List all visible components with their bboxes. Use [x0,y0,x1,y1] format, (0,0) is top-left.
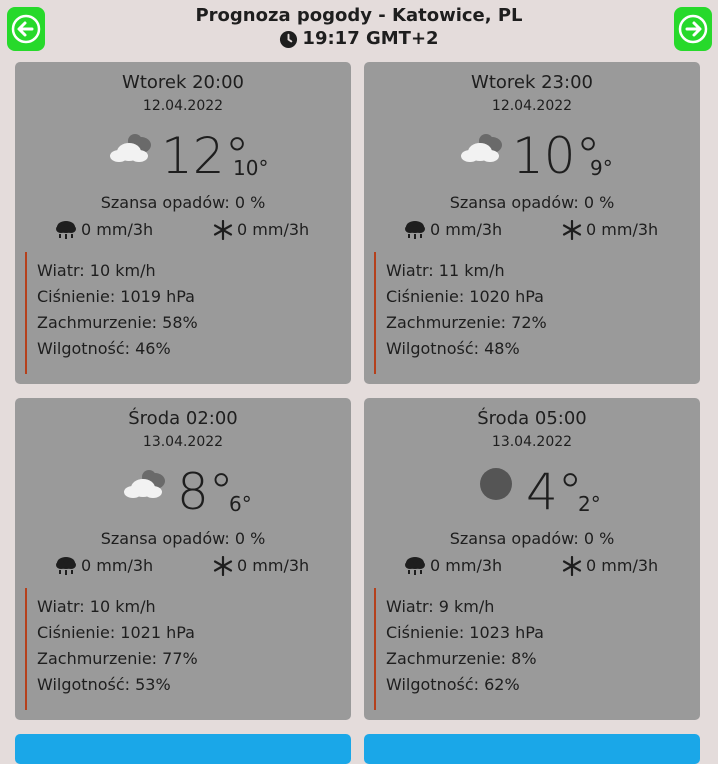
precipitation-chance: Szansa opadów: 0 % [449,529,615,548]
partly-cloudy-icon [124,470,165,498]
snowflake-icon [562,220,582,240]
forecast-date: 12.04.2022 [142,98,224,114]
rain-amount: 0 mm/3h [404,556,502,576]
pressure: Ciśnienie: 1021 hPa [37,623,195,642]
cloudiness: Zachmurzenie: 58% [37,313,198,332]
forecast-day: Wtorek 23:00 [471,72,593,93]
min-temperature: 2° [578,492,601,516]
forecast-date: 13.04.2022 [491,434,573,450]
forecast-details: Wiatr: 10 km/h Ciśnienie: 1019 hPa Zachm… [25,252,337,374]
humidity: Wilgotność: 62% [386,675,520,694]
rain-cloud-icon [56,221,76,239]
time-text: 19:17 GMT+2 [302,28,439,49]
cloudiness: Zachmurzenie: 8% [386,649,537,668]
current-time: 19:17 GMT+2 [120,28,598,50]
rain-value: 0 mm/3h [430,220,503,239]
temperature: 4° [526,463,583,521]
wind: Wiatr: 10 km/h [37,597,156,616]
rain-cloud-icon [405,557,425,575]
previous-button[interactable] [7,7,45,51]
snowflake-icon [213,220,233,240]
rain-amount: 0 mm/3h [55,556,153,576]
precipitation-chance: Szansa opadów: 0 % [449,193,615,212]
snow-value: 0 mm/3h [237,220,310,239]
humidity: Wilgotność: 46% [37,339,171,358]
cloudiness: Zachmurzenie: 72% [386,313,547,332]
forecast-date: 12.04.2022 [491,98,573,114]
rain-value: 0 mm/3h [430,556,503,575]
forecast-day: Środa 05:00 [477,408,587,429]
forecast-card: Wtorek 23:00 12.04.2022 10° 9° Szansa op… [364,62,700,384]
clock-icon [280,30,298,48]
snowflake-icon [562,556,582,576]
min-temperature: 6° [229,492,252,516]
snow-amount: 0 mm/3h [562,556,658,576]
humidity: Wilgotność: 53% [37,675,171,694]
forecast-details: Wiatr: 9 km/h Ciśnienie: 1023 hPa Zachmu… [374,588,686,710]
temperature: 10° [512,127,601,185]
forecast-day: Środa 02:00 [128,408,238,429]
arrow-right-icon [678,14,708,44]
forecast-card: Wtorek 20:00 12.04.2022 12° 10° Szansa o… [15,62,351,384]
pressure: Ciśnienie: 1020 hPa [386,287,544,306]
rain-value: 0 mm/3h [81,556,154,575]
min-temperature: 10° [233,156,269,180]
next-button[interactable] [674,7,712,51]
min-temperature: 9° [590,156,613,180]
snow-value: 0 mm/3h [586,220,659,239]
temperature: 8° [177,463,234,521]
snowflake-icon [213,556,233,576]
forecast-card-next [364,734,700,764]
arrow-left-icon [11,14,41,44]
cloudiness: Zachmurzenie: 77% [37,649,198,668]
rain-amount: 0 mm/3h [404,220,502,240]
page-title: Prognoza pogody - Katowice, PL [195,5,523,26]
wind: Wiatr: 10 km/h [37,261,156,280]
wind: Wiatr: 9 km/h [386,597,495,616]
rain-amount: 0 mm/3h [55,220,153,240]
pressure: Ciśnienie: 1023 hPa [386,623,544,642]
humidity: Wilgotność: 48% [386,339,520,358]
pressure: Ciśnienie: 1019 hPa [37,287,195,306]
rain-value: 0 mm/3h [81,220,154,239]
precipitation-chance: Szansa opadów: 0 % [100,529,266,548]
snow-value: 0 mm/3h [237,556,310,575]
forecast-day: Wtorek 20:00 [122,72,244,93]
forecast-card: Środa 05:00 13.04.2022 4° 2° Szansa opad… [364,398,700,720]
rain-cloud-icon [405,221,425,239]
forecast-card-next [15,734,351,764]
snow-amount: 0 mm/3h [562,220,658,240]
forecast-card: Środa 02:00 13.04.2022 8° 6° Szansa opad… [15,398,351,720]
clear-night-icon [480,468,512,500]
forecast-details: Wiatr: 11 km/h Ciśnienie: 1020 hPa Zachm… [374,252,686,374]
rain-cloud-icon [56,557,76,575]
snow-amount: 0 mm/3h [213,556,309,576]
snow-value: 0 mm/3h [586,556,659,575]
wind: Wiatr: 11 km/h [386,261,505,280]
snow-amount: 0 mm/3h [213,220,309,240]
partly-cloudy-icon [461,134,502,162]
precipitation-chance: Szansa opadów: 0 % [100,193,266,212]
forecast-details: Wiatr: 10 km/h Ciśnienie: 1021 hPa Zachm… [25,588,337,710]
forecast-date: 13.04.2022 [142,434,224,450]
header: Prognoza pogody - Katowice, PL 19:17 GMT… [0,0,718,56]
partly-cloudy-icon [110,134,151,162]
